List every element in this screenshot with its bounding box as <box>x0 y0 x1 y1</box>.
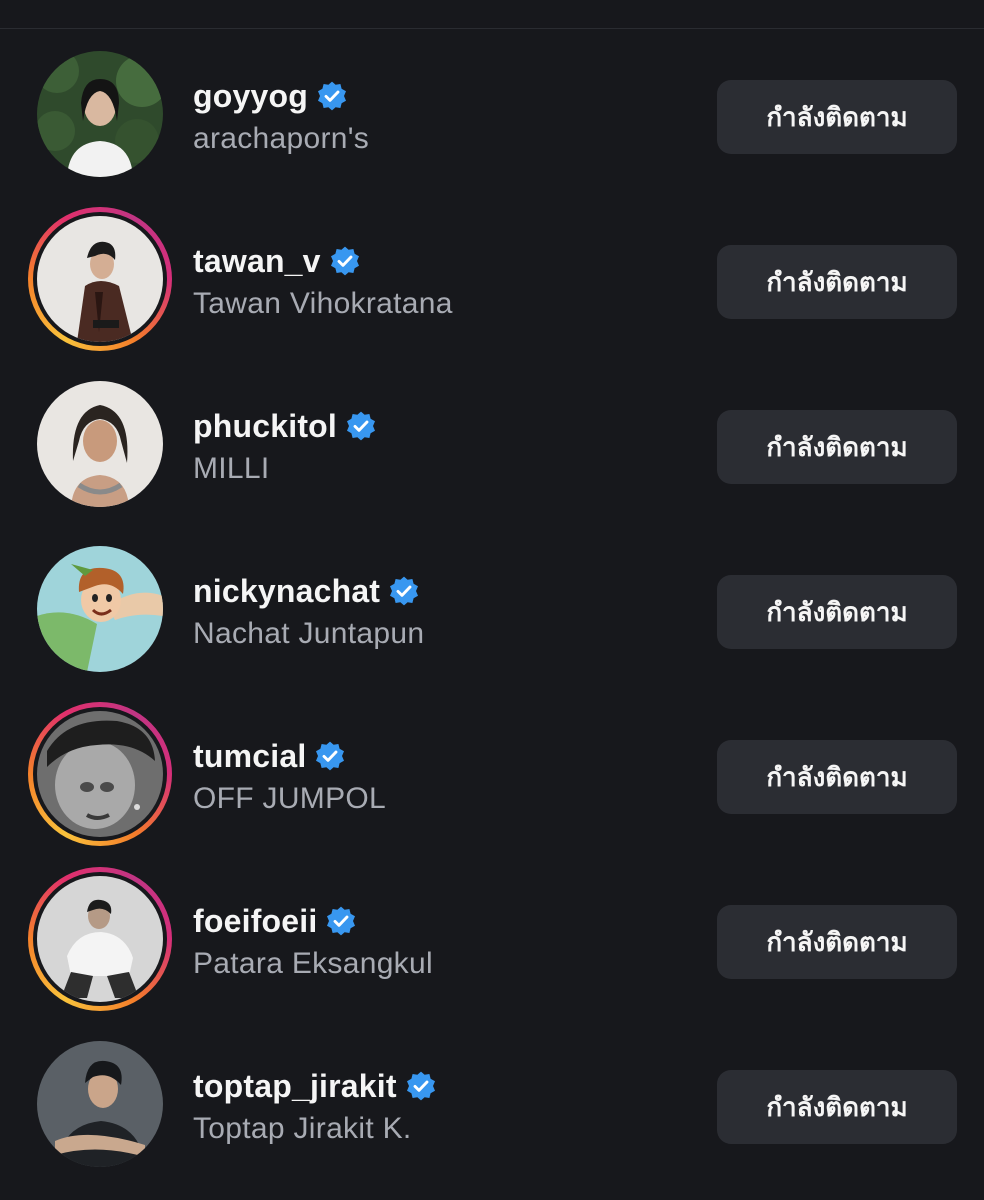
username[interactable]: nickynachat <box>193 573 380 610</box>
avatar-photo <box>37 1041 163 1167</box>
list-item[interactable]: goyyog arachaporn's กำลังติดตาม <box>0 42 984 192</box>
top-divider <box>0 28 984 29</box>
avatar[interactable] <box>28 702 172 846</box>
verified-badge-icon <box>406 1071 435 1101</box>
avatar[interactable] <box>28 372 172 516</box>
account-text: nickynachat Nachat Juntapun <box>193 571 424 651</box>
account-text: goyyog arachaporn's <box>193 76 369 156</box>
account-text: toptap_jirakit Toptap Jirakit K. <box>193 1066 437 1146</box>
list-item[interactable]: nickynachat Nachat Juntapun กำลังติดตาม <box>0 537 984 687</box>
avatar[interactable] <box>28 867 172 1011</box>
avatar-photo <box>37 51 163 177</box>
avatar-photo <box>37 216 163 342</box>
list-item[interactable]: tumcial OFF JUMPOL กำลังติดตาม <box>0 702 984 852</box>
list-item[interactable]: toptap_jirakit Toptap Jirakit K. กำลังติ… <box>0 1032 984 1182</box>
full-name: OFF JUMPOL <box>193 782 387 815</box>
full-name: arachaporn's <box>193 122 370 155</box>
username[interactable]: goyyog <box>193 78 308 115</box>
verified-badge-icon <box>327 906 356 936</box>
full-name: Tawan Vihokratana <box>193 287 453 320</box>
avatar[interactable] <box>28 42 172 186</box>
following-button[interactable]: กำลังติดตาม <box>717 80 957 154</box>
account-text: tawan_v Tawan Vihokratana <box>193 241 453 321</box>
full-name: Toptap Jirakit K. <box>193 1112 412 1145</box>
username[interactable]: foeifoeii <box>193 903 317 940</box>
full-name: Nachat Juntapun <box>193 617 425 650</box>
verified-badge-icon <box>390 576 419 606</box>
avatar-photo <box>37 546 163 672</box>
full-name: Patara Eksangkul <box>193 947 433 980</box>
following-button[interactable]: กำลังติดตาม <box>717 245 957 319</box>
avatar[interactable] <box>28 207 172 351</box>
account-text: tumcial OFF JUMPOL <box>193 736 386 816</box>
following-button[interactable]: กำลังติดตาม <box>717 905 957 979</box>
avatar[interactable] <box>28 1032 172 1176</box>
following-button[interactable]: กำลังติดตาม <box>717 1070 957 1144</box>
username[interactable]: phuckitol <box>193 408 337 445</box>
verified-badge-icon <box>330 246 359 276</box>
verified-badge-icon <box>316 741 345 771</box>
verified-badge-icon <box>347 411 376 441</box>
avatar-photo <box>37 876 163 1002</box>
following-button[interactable]: กำลังติดตาม <box>717 410 957 484</box>
avatar[interactable] <box>28 537 172 681</box>
list-item[interactable]: phuckitol MILLI กำลังติดตาม <box>0 372 984 522</box>
account-text: foeifoeii Patara Eksangkul <box>193 901 433 981</box>
full-name: MILLI <box>193 452 270 485</box>
account-text: phuckitol MILLI <box>193 406 377 486</box>
username[interactable]: tumcial <box>193 738 306 775</box>
following-list-screen: goyyog arachaporn's กำลังติดตาม tawan_v … <box>0 0 984 1200</box>
avatar-photo <box>37 381 163 507</box>
username[interactable]: toptap_jirakit <box>193 1068 397 1105</box>
username[interactable]: tawan_v <box>193 243 321 280</box>
verified-badge-icon <box>317 81 346 111</box>
list-item[interactable]: tawan_v Tawan Vihokratana กำลังติดตาม <box>0 207 984 357</box>
following-button[interactable]: กำลังติดตาม <box>717 740 957 814</box>
list-item[interactable]: foeifoeii Patara Eksangkul กำลังติดตาม <box>0 867 984 1017</box>
avatar-photo <box>37 711 163 837</box>
following-button[interactable]: กำลังติดตาม <box>717 575 957 649</box>
